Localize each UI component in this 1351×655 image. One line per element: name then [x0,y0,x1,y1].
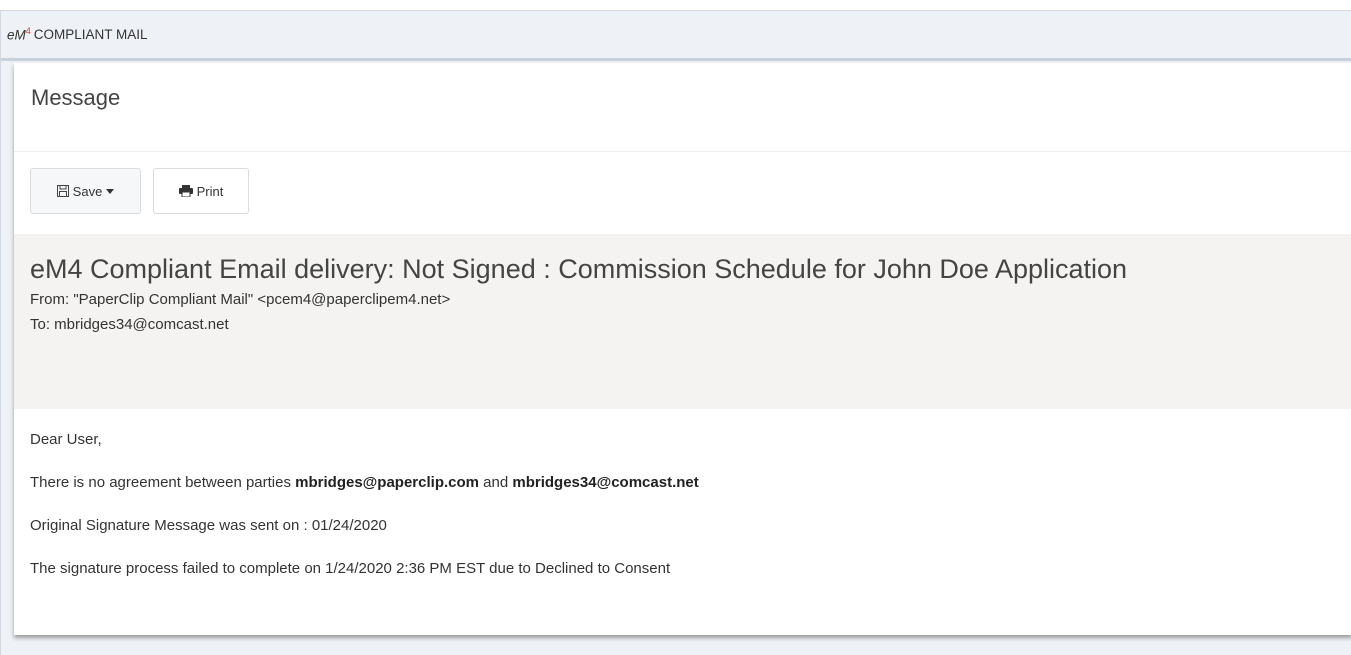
app-frame: eM4 COMPLIANT MAIL Message Save Print eM… [0,10,1351,655]
print-button-label: Print [196,183,224,199]
printer-icon [178,185,193,197]
app-header: eM4 COMPLIANT MAIL [1,11,1351,61]
email-header: eM4 Compliant Email delivery: Not Signed… [14,234,1351,409]
save-button-label: Save [72,183,103,199]
email-failure-line: The signature process failed to complete… [30,560,671,577]
email-original-sent: Original Signature Message was sent on :… [30,517,387,534]
panel-header: Message [14,63,1351,152]
print-button[interactable]: Print [153,168,249,214]
party-2-email: mbridges34@comcast.net [512,474,699,491]
floppy-disk-icon [56,185,69,197]
toolbar: Save Print [14,152,1351,234]
page-title: Message [31,85,121,110]
brand-logo: eM4 [7,26,31,43]
email-body: Dear User, There is no agreement between… [14,409,1351,577]
chevron-down-icon [106,188,115,194]
email-greeting: Dear User, [30,431,102,448]
party-1-email: mbridges@paperclip.com [295,474,479,491]
app-title: COMPLIANT MAIL [33,27,148,42]
email-agreement-line: There is no agreement between parties mb… [30,474,699,491]
email-subject: eM4 Compliant Email delivery: Not Signed… [30,254,1128,284]
email-to: To: mbridges34@comcast.net [30,316,229,333]
save-button[interactable]: Save [30,168,141,214]
message-panel: Message Save Print eM4 Compliant Email d… [14,63,1351,635]
email-from: From: "PaperClip Compliant Mail" <pcem4@… [30,291,451,308]
